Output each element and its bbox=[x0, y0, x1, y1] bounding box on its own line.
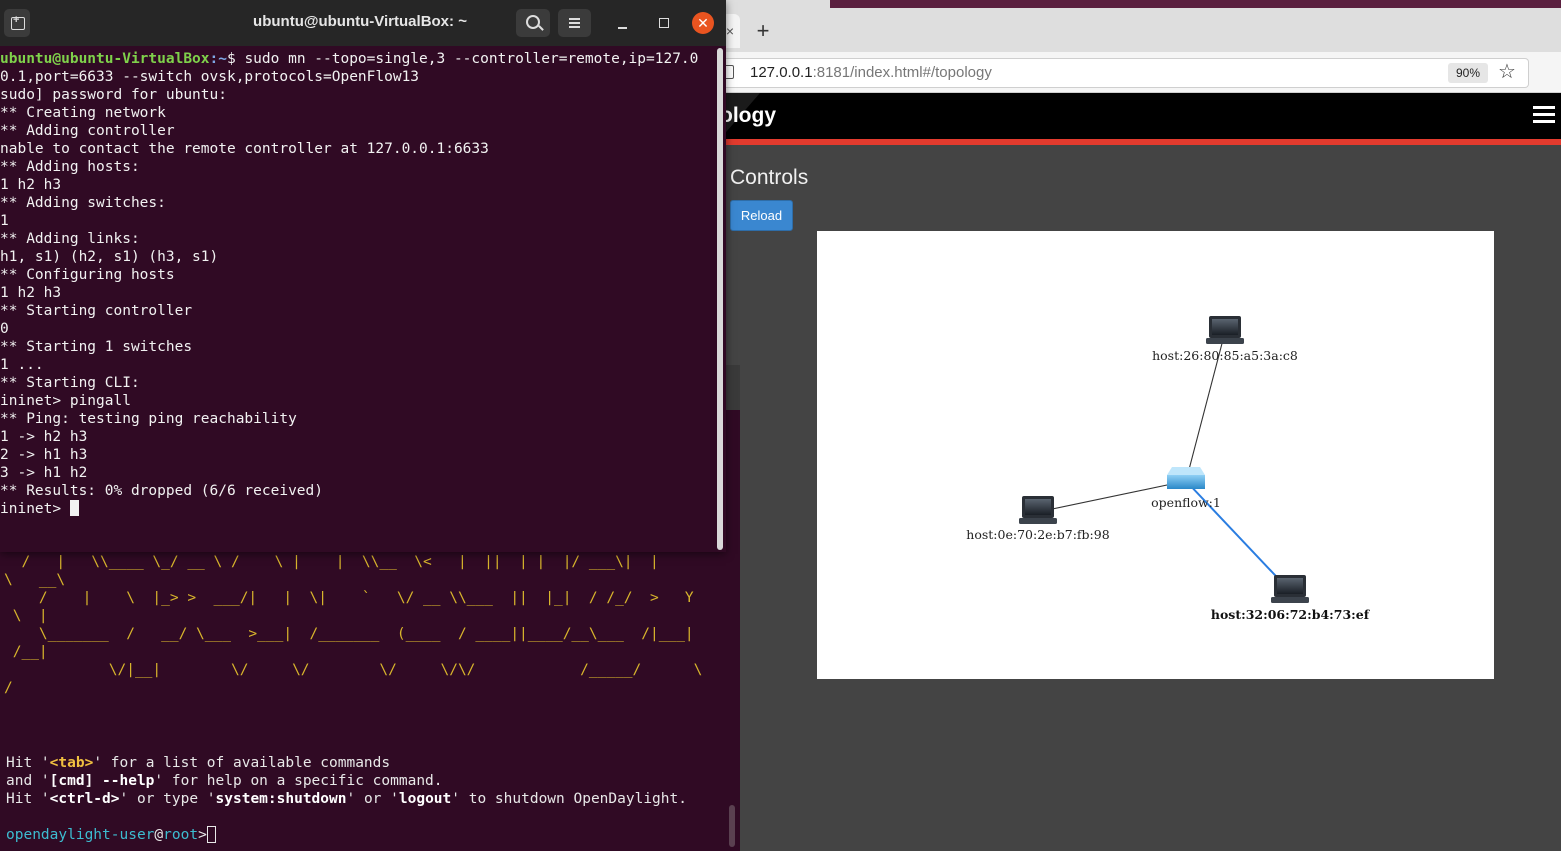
hamburger-menu-icon[interactable] bbox=[1533, 106, 1555, 124]
host-keyboard-icon bbox=[1271, 597, 1309, 603]
url-path: :8181/index.html#/topology bbox=[812, 64, 992, 81]
host-screen-icon bbox=[1212, 319, 1238, 335]
minimize-icon[interactable] bbox=[612, 9, 634, 37]
reload-button[interactable]: Reload bbox=[730, 200, 793, 231]
terminal-titlebar: ubuntu@ubuntu-VirtualBox: ~ ✕ bbox=[0, 0, 726, 46]
host-screen-icon bbox=[1025, 499, 1051, 515]
search-icon[interactable] bbox=[516, 9, 550, 37]
hint-line-3: Hit '<ctrl-d>' or type 'system:shutdown'… bbox=[6, 791, 687, 808]
switch-icon bbox=[1167, 475, 1205, 489]
host-screen-icon bbox=[1277, 578, 1303, 594]
odl-help-hints: Hit '<tab>' for a list of available comm… bbox=[6, 754, 687, 809]
terminal-cursor bbox=[69, 500, 79, 516]
topology-node-switch[interactable]: openflow:1 bbox=[1151, 467, 1221, 510]
topology-node-label: host:32:06:72:b4:73:ef bbox=[1211, 607, 1371, 622]
url-text[interactable]: 127.0.0.1:8181/index.html#/topology bbox=[750, 64, 992, 81]
header-accent-stripe bbox=[720, 139, 1561, 145]
bookmark-star-icon[interactable]: ☆ bbox=[1498, 61, 1516, 83]
mininet-terminal-window[interactable]: ubuntu@ubuntu-VirtualBox: ~ ✕ ubuntu@ubu… bbox=[0, 0, 726, 552]
topology-node-label: host:0e:70:2e:b7:fb:98 bbox=[966, 527, 1109, 542]
terminal-scrollbar[interactable] bbox=[717, 48, 723, 550]
terminal-output: ubuntu@ubuntu-VirtualBox:~$ sudo mn --to… bbox=[0, 50, 698, 518]
new-tab-button[interactable]: + bbox=[750, 18, 776, 44]
topology-node-host-bottom[interactable]: host:32:06:72:b4:73:ef bbox=[1211, 575, 1371, 622]
odl-scrollbar[interactable] bbox=[729, 805, 735, 847]
switch-top-icon bbox=[1167, 467, 1205, 475]
topology-node-host-left[interactable]: host:0e:70:2e:b7:fb:98 bbox=[966, 496, 1110, 542]
host-keyboard-icon bbox=[1206, 338, 1244, 344]
browser-tab-strip: × + bbox=[720, 0, 1561, 52]
zoom-level-badge[interactable]: 90% bbox=[1448, 63, 1488, 83]
controls-heading: Controls bbox=[730, 166, 809, 189]
close-icon[interactable]: ✕ bbox=[692, 12, 714, 34]
prompt-path: :~ bbox=[209, 51, 227, 67]
page-title: ology bbox=[720, 104, 776, 127]
url-bar[interactable]: 127.0.0.1:8181/index.html#/topology 90% … bbox=[720, 58, 1529, 88]
topology-node-label: host:26:80:85:a5:3a:c8 bbox=[1152, 348, 1298, 363]
url-host: 127.0.0.1 bbox=[750, 64, 813, 81]
hint-line-2: and '[cmd] --help' for help on a specifi… bbox=[6, 773, 443, 790]
odl-cursor bbox=[206, 826, 216, 843]
prompt-user: ubuntu@ubuntu-VirtualBox bbox=[0, 51, 210, 67]
odl-shell-prompt[interactable]: opendaylight-user@root> bbox=[6, 826, 216, 844]
browser-toolbar: 127.0.0.1:8181/index.html#/topology 90% … bbox=[720, 52, 1561, 93]
hamburger-menu-icon[interactable] bbox=[558, 9, 591, 37]
opendaylight-ascii-banner: / | \\____ \_/ __ \ / \ | | \\__ \< | ||… bbox=[4, 554, 703, 696]
topology-node-label: openflow:1 bbox=[1151, 495, 1221, 510]
hint-line-1: Hit '<tab>' for a list of available comm… bbox=[6, 755, 391, 771]
host-keyboard-icon bbox=[1019, 518, 1057, 524]
topology-canvas[interactable]: host:26:80:85:a5:3a:c8 openflow:1 host:0e:… bbox=[817, 231, 1494, 679]
mininet-output-log: sudo] password for ubuntu: ** Creating n… bbox=[0, 87, 489, 517]
browser-window: × + 127.0.0.1:8181/index.html#/topology … bbox=[720, 0, 1561, 851]
maximize-icon[interactable] bbox=[652, 9, 674, 37]
topology-node-host-top[interactable]: host:26:80:85:a5:3a:c8 bbox=[1152, 316, 1298, 363]
page-header bbox=[720, 93, 1561, 139]
